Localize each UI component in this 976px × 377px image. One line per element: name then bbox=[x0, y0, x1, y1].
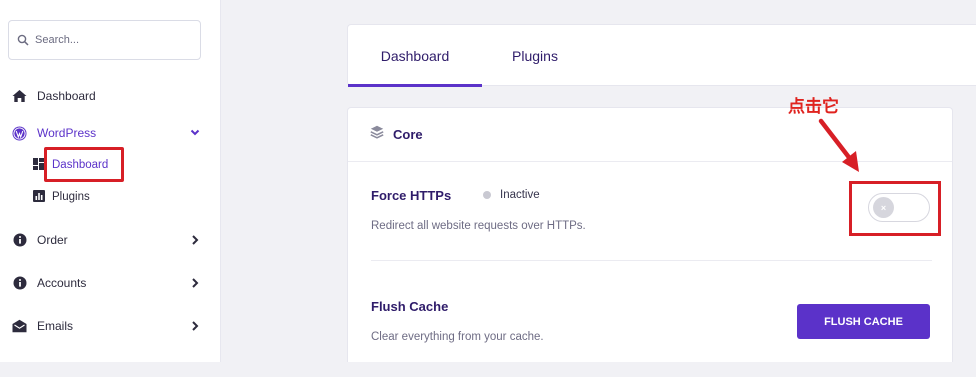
tab-plugins[interactable]: Plugins bbox=[497, 25, 573, 86]
search-icon bbox=[17, 34, 29, 46]
search-input[interactable] bbox=[35, 34, 185, 46]
chevron-right-icon bbox=[192, 235, 199, 245]
sidebar-item-label: Emails bbox=[37, 319, 74, 333]
tab-label: Plugins bbox=[512, 47, 558, 64]
sidebar-subitem-label: Plugins bbox=[52, 191, 90, 203]
sidebar-item-label: Accounts bbox=[37, 276, 87, 290]
sidebar-item-label: WordPress bbox=[37, 126, 97, 140]
divider bbox=[371, 260, 932, 261]
flush-cache-description: Clear everything from your cache. bbox=[371, 331, 544, 343]
chevron-down-icon bbox=[190, 129, 200, 136]
tab-bar: Dashboard Plugins bbox=[347, 24, 976, 87]
flush-cache-button[interactable]: FLUSH CACHE bbox=[797, 304, 930, 339]
tab-dashboard[interactable]: Dashboard bbox=[348, 25, 482, 87]
info-icon bbox=[12, 276, 27, 291]
sidebar-item-emails[interactable]: Emails bbox=[12, 314, 204, 338]
force-https-description: Redirect all website requests over HTTPs… bbox=[371, 220, 586, 232]
chevron-right-icon bbox=[192, 278, 199, 288]
layers-icon bbox=[370, 125, 384, 144]
annotation-highlight-dashboard bbox=[44, 147, 124, 182]
chart-icon bbox=[33, 189, 45, 205]
status-text: Inactive bbox=[500, 189, 540, 201]
sidebar-item-accounts[interactable]: Accounts bbox=[12, 271, 204, 295]
annotation-highlight-toggle bbox=[849, 181, 941, 236]
sidebar-item-label: Order bbox=[37, 233, 68, 247]
annotation-arrow-icon bbox=[818, 118, 859, 172]
sidebar-item-label: Dashboard bbox=[37, 89, 96, 103]
chevron-right-icon bbox=[192, 321, 199, 331]
status-badge: Inactive bbox=[483, 189, 540, 201]
wordpress-icon bbox=[12, 126, 27, 141]
sidebar-item-dashboard[interactable]: Dashboard bbox=[12, 84, 204, 108]
home-icon bbox=[12, 89, 27, 104]
envelope-icon bbox=[12, 319, 27, 334]
search-box[interactable] bbox=[8, 20, 201, 60]
sidebar-item-wordpress[interactable]: WordPress bbox=[12, 121, 204, 145]
info-icon bbox=[12, 233, 27, 248]
force-https-title: Force HTTPs bbox=[371, 188, 452, 203]
flush-cache-title: Flush Cache bbox=[371, 299, 449, 314]
status-dot bbox=[483, 191, 491, 199]
sidebar-subitem-plugins[interactable]: Plugins bbox=[33, 187, 90, 207]
sidebar-item-order[interactable]: Order bbox=[12, 228, 204, 252]
tab-label: Dashboard bbox=[380, 47, 450, 64]
panel-title: Core bbox=[393, 127, 423, 142]
annotation-label: 点击它 bbox=[788, 97, 839, 117]
